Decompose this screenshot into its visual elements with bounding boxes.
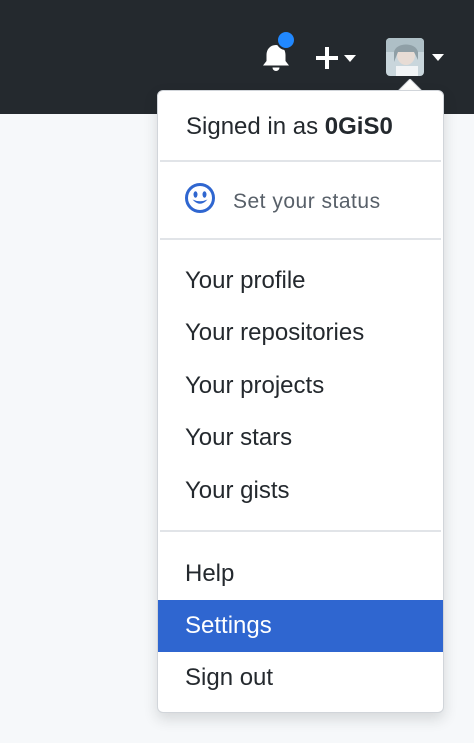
user-dropdown-menu: Signed in as 0GiS0 Set your status Your … xyxy=(157,90,444,713)
signed-in-header: Signed in as 0GiS0 xyxy=(158,91,443,160)
menu-item-your-stars[interactable]: Your stars xyxy=(158,412,443,464)
signed-in-label: Signed in as xyxy=(186,113,325,140)
username: 0GiS0 xyxy=(324,113,393,140)
smiley-icon xyxy=(184,182,216,214)
menu-item-your-gists[interactable]: Your gists xyxy=(158,465,443,517)
plus-icon xyxy=(316,47,356,69)
divider xyxy=(160,530,441,532)
chevron-down-icon xyxy=(432,54,444,61)
avatar-icon xyxy=(386,38,424,76)
menu-item-your-projects[interactable]: Your projects xyxy=(158,360,443,412)
set-status-button[interactable]: Set your status xyxy=(158,162,443,238)
divider xyxy=(160,238,441,240)
menu-item-your-profile[interactable]: Your profile xyxy=(158,255,443,307)
avatar xyxy=(386,38,424,76)
set-status-label: Set your status xyxy=(233,190,381,213)
menu-item-your-repositories[interactable]: Your repositories xyxy=(158,307,443,359)
notification-indicator xyxy=(276,30,296,50)
menu-item-settings[interactable]: Settings xyxy=(158,600,443,652)
menu-item-sign-out[interactable]: Sign out xyxy=(158,652,443,704)
menu-item-help[interactable]: Help xyxy=(158,548,443,600)
user-menu-button[interactable] xyxy=(386,38,448,78)
create-new-button[interactable] xyxy=(312,42,362,74)
